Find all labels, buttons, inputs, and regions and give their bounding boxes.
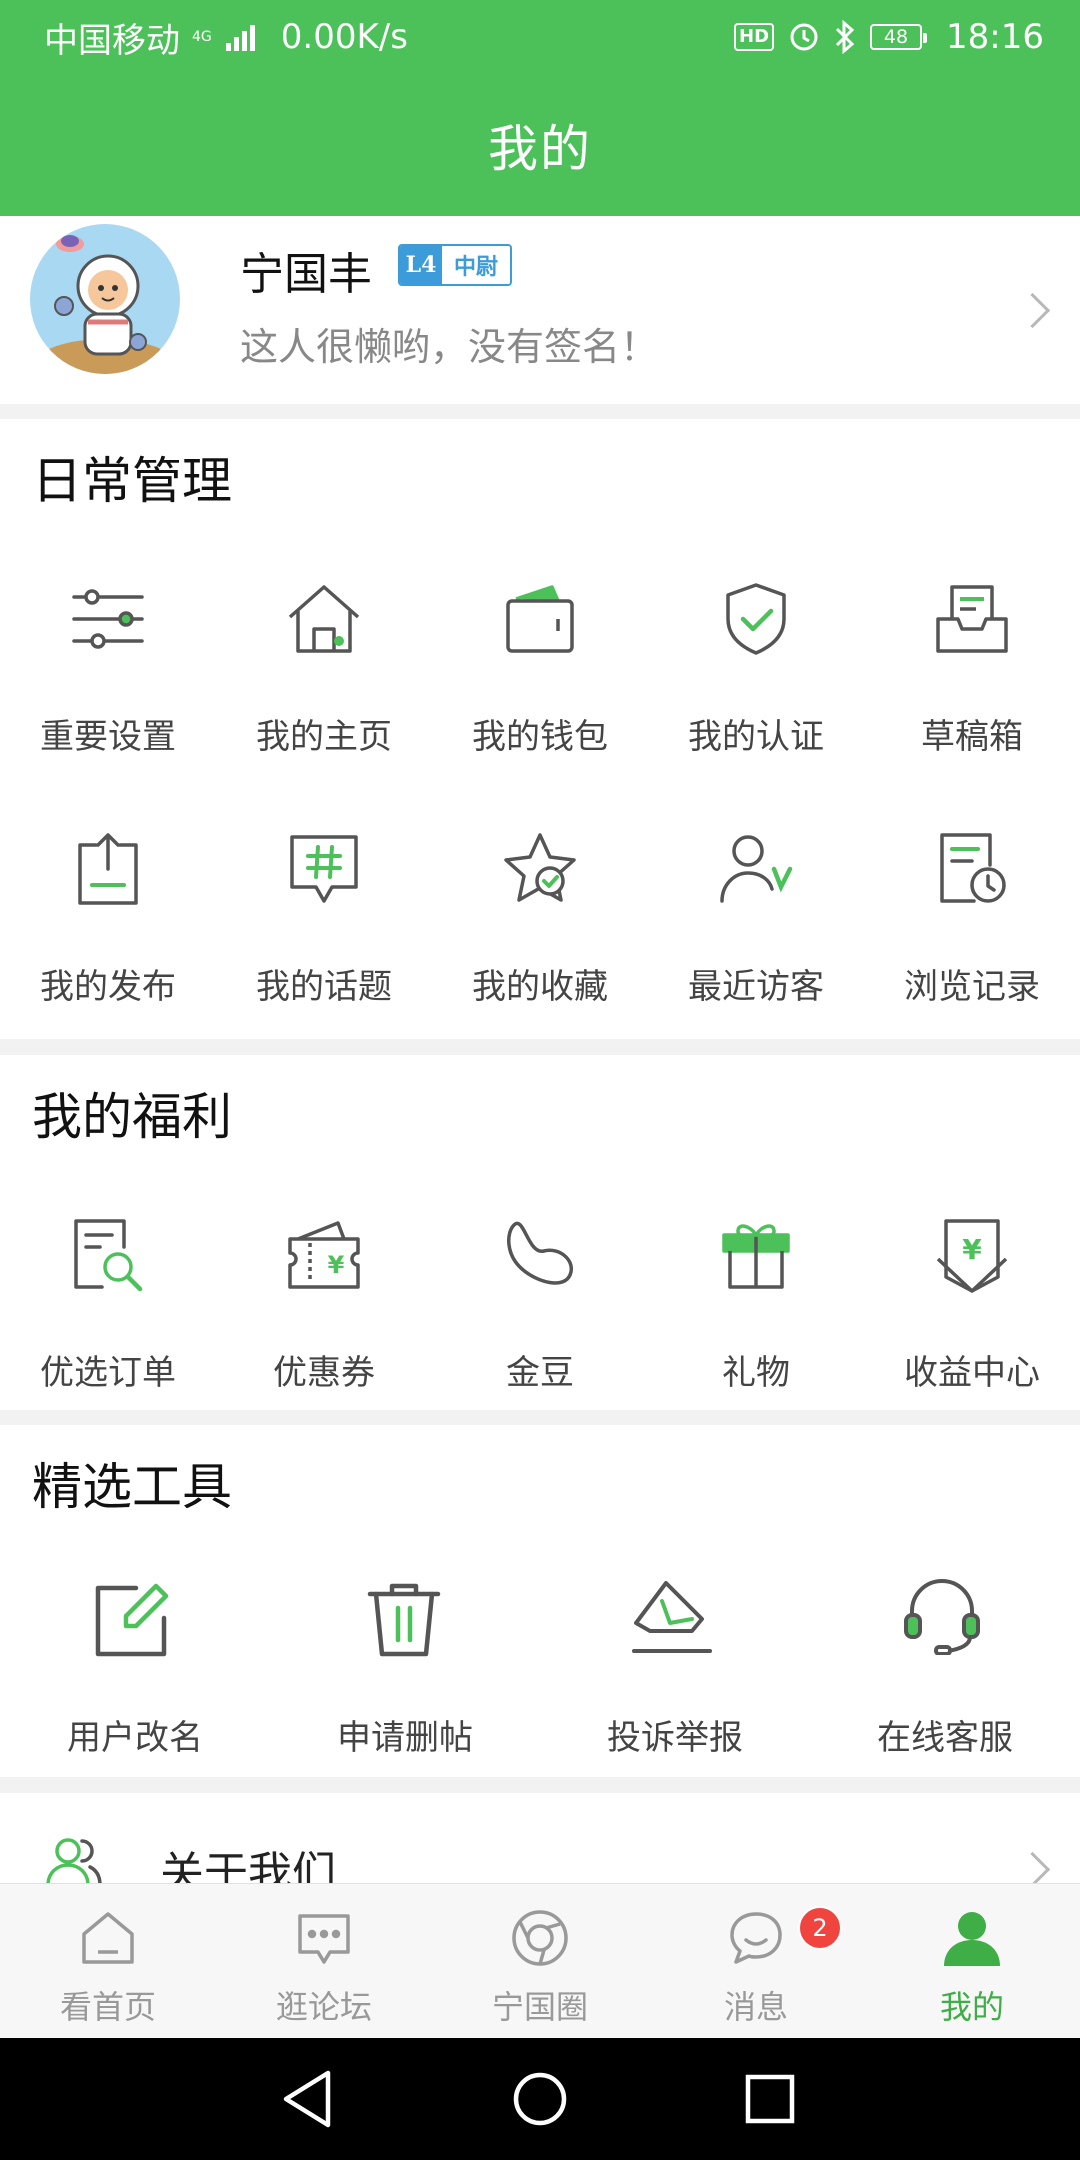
- carrier-label: 中国移动: [44, 20, 180, 61]
- headset-icon: [904, 1579, 980, 1655]
- network-speed: 0.00K/s: [280, 17, 408, 57]
- hd-icon: HD: [734, 23, 775, 51]
- tools-section: 精选工具 用户改名 申请删帖 投诉举报 在线客服: [0, 1425, 1080, 1777]
- unread-badge: 2: [798, 1906, 842, 1950]
- chevron-right-icon: [1014, 292, 1051, 329]
- grid-item-label: 我的发布: [40, 967, 176, 1007]
- tab-label: 消息: [723, 1988, 788, 2026]
- tab-home[interactable]: 看首页: [0, 1884, 216, 2039]
- back-icon[interactable]: [272, 2063, 344, 2135]
- header: 我的: [0, 74, 1080, 216]
- clock: 18:16: [946, 17, 1044, 57]
- tab-circle[interactable]: 宁国圈: [432, 1884, 648, 2039]
- drafts-icon: [936, 585, 1008, 653]
- grid-item-label: 金豆: [506, 1353, 574, 1393]
- grid-item-label: 优选订单: [40, 1353, 176, 1393]
- shield-check-icon: [726, 583, 786, 655]
- tab-label: 我的: [939, 1988, 1004, 2026]
- visitor-icon: [720, 835, 793, 903]
- me-tab-icon: [944, 1912, 1000, 1966]
- page-title: 我的: [488, 120, 592, 178]
- user-signature: 这人很懒哟，没有签名！: [240, 325, 659, 369]
- edit-icon: [95, 1583, 169, 1657]
- grid-item-label: 收益中心: [904, 1353, 1040, 1393]
- recents-icon[interactable]: [734, 2063, 806, 2135]
- forum-tab-icon: [298, 1914, 350, 1964]
- welfare-section: 我的福利 优选订单 ¥ 优惠券 金豆 礼物 ¥ 收益中心: [0, 1055, 1080, 1410]
- grid-item-label: 草稿箱: [921, 717, 1023, 757]
- tab-me[interactable]: 我的: [864, 1884, 1080, 2039]
- coupon-icon: ¥: [288, 1221, 360, 1289]
- battery-icon: 48: [870, 24, 928, 50]
- sliders-icon: [72, 589, 144, 649]
- rank-badge: L4 中尉: [398, 244, 513, 286]
- svg-text:¥: ¥: [328, 1251, 345, 1279]
- about-us-label: 关于我们: [160, 1848, 336, 1883]
- level-label: L4: [400, 246, 442, 284]
- grid-item-label: 我的认证: [688, 717, 824, 757]
- tab-messages[interactable]: 2 消息: [648, 1884, 864, 2039]
- report-icon: [632, 1581, 712, 1653]
- bean-icon: [507, 1221, 574, 1285]
- daily-management-section: 日常管理 重要设置 我的主页 我的钱包 我的认证 草稿箱 我的发布 我的话题 我…: [0, 419, 1080, 1039]
- trash-icon: [367, 1583, 441, 1657]
- grid-item-label: 我的钱包: [472, 717, 608, 757]
- home-tab-icon: [82, 1912, 134, 1964]
- grid-item-label: 最近访客: [688, 967, 824, 1007]
- grid-item-label: 我的收藏: [472, 967, 608, 1007]
- grid-item-label: 浏览记录: [904, 967, 1040, 1007]
- tab-label: 看首页: [59, 1988, 156, 2026]
- section-title: 我的福利: [32, 1088, 232, 1146]
- order-search-icon: [74, 1219, 143, 1292]
- system-nav-bar: [0, 2038, 1080, 2160]
- grid-item-label: 申请删帖: [337, 1718, 473, 1758]
- star-icon: [504, 833, 576, 902]
- user-name: 宁国丰: [240, 249, 372, 300]
- tab-label: 宁国圈: [491, 1988, 588, 2026]
- grid-item-label: 礼物: [722, 1353, 790, 1393]
- circle-tab-icon: [512, 1910, 568, 1966]
- home-icon: [288, 585, 360, 653]
- history-icon: [940, 833, 1006, 903]
- grid-item-label: 用户改名: [67, 1718, 203, 1758]
- upload-icon: [78, 833, 138, 905]
- tab-label: 逛论坛: [275, 1988, 372, 2026]
- chevron-right-icon: [1014, 1851, 1051, 1883]
- svg-text:¥: ¥: [962, 1233, 982, 1266]
- section-title: 日常管理: [32, 452, 232, 510]
- alarm-icon: [790, 23, 818, 51]
- gift-icon: [722, 1224, 790, 1289]
- section-title: 精选工具: [32, 1458, 232, 1516]
- profile-card[interactable]: 宁国丰 L4 中尉 这人很懒哟，没有签名！: [0, 216, 1080, 404]
- status-bar: 中国移动 4G 0.00K/s HD 48 18:16: [0, 0, 1080, 74]
- tab-forum[interactable]: 逛论坛: [216, 1884, 432, 2039]
- grid-item-label: 我的主页: [256, 717, 392, 757]
- network-type: 4G: [192, 29, 212, 45]
- grid-item-label: 在线客服: [877, 1718, 1013, 1758]
- bottom-tab-bar: 看首页 逛论坛 宁国圈 2 消息 我的: [0, 1883, 1080, 2038]
- home-button-icon[interactable]: [504, 2063, 576, 2135]
- income-icon: ¥: [936, 1219, 1008, 1293]
- signal-icon: [225, 23, 255, 51]
- message-tab-icon: [730, 1912, 782, 1964]
- grid-item-label: 我的话题: [256, 967, 392, 1007]
- grid-item-label: 优惠券: [273, 1353, 375, 1393]
- about-us-row[interactable]: 关于我们: [0, 1793, 1080, 1883]
- grid-item-label: 投诉举报: [607, 1718, 743, 1758]
- wallet-icon: [506, 585, 574, 653]
- rank-label: 中尉: [442, 246, 511, 284]
- hashtag-icon: [290, 835, 358, 903]
- bluetooth-icon: [835, 20, 855, 54]
- avatar[interactable]: [30, 224, 180, 374]
- grid-item-label: 重要设置: [40, 717, 176, 757]
- users-icon: [46, 1838, 102, 1883]
